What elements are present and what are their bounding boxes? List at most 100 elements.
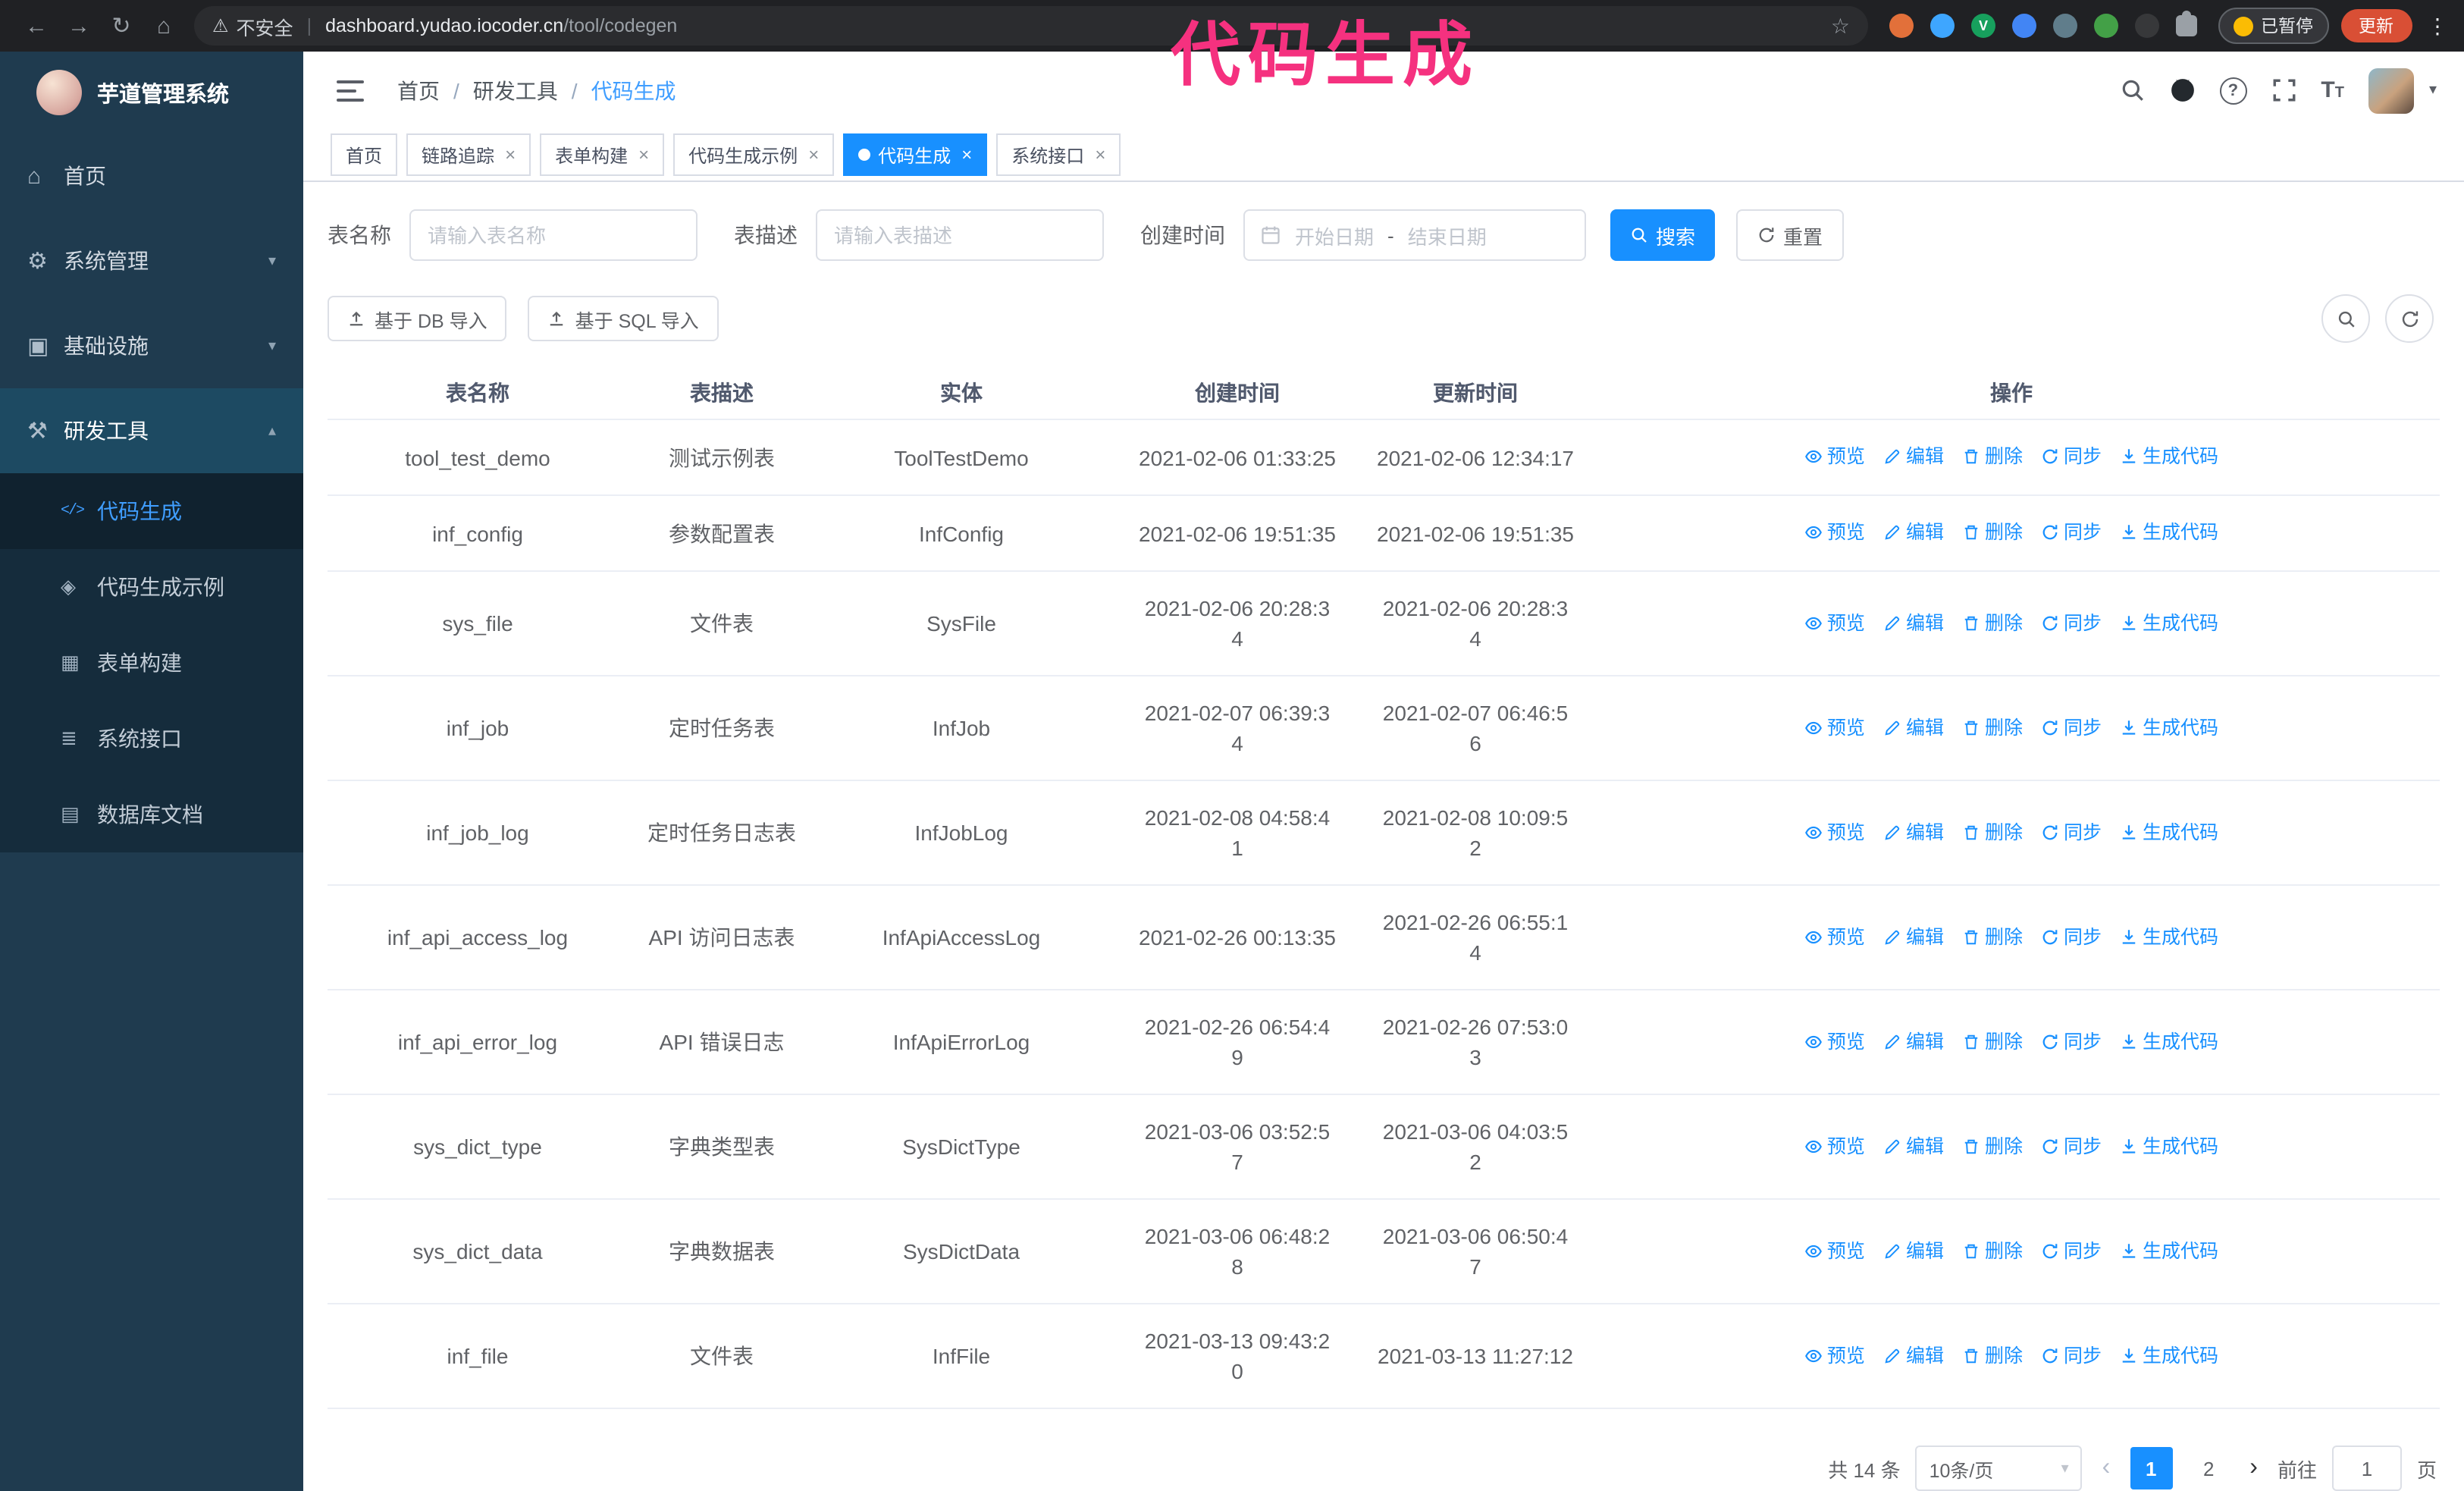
sidebar-item-system-api[interactable]: ≣ 系统接口 — [0, 701, 303, 777]
search-button[interactable]: 搜索 — [1610, 209, 1716, 261]
reload-button[interactable]: ↻ — [100, 12, 143, 39]
delete-link[interactable]: 删除 — [1962, 517, 2023, 548]
sync-link[interactable]: 同步 — [2041, 1235, 2102, 1266]
edit-link[interactable]: 编辑 — [1883, 607, 1944, 638]
extension-icon[interactable] — [2053, 14, 2077, 38]
page-size-select[interactable]: 10条/页 ▾ — [1915, 1445, 2083, 1491]
generate-code-link[interactable]: 生成代码 — [2120, 921, 2218, 952]
delete-link[interactable]: 删除 — [1962, 921, 2023, 952]
bookmark-star-icon[interactable]: ☆ — [1831, 13, 1850, 39]
close-icon[interactable]: × — [808, 146, 819, 164]
delete-link[interactable]: 删除 — [1962, 441, 2023, 472]
generate-code-link[interactable]: 生成代码 — [2120, 1026, 2218, 1056]
preview-link[interactable]: 预览 — [1804, 607, 1865, 638]
tab-tracing[interactable]: 链路追踪 × — [406, 133, 531, 177]
preview-link[interactable]: 预览 — [1804, 517, 1865, 548]
address-bar[interactable]: ⚠ 不安全 | dashboard.yudao.iocoder.cn/tool/… — [194, 6, 1868, 46]
breadcrumb-dev-tools[interactable]: 研发工具 — [473, 75, 558, 105]
preview-link[interactable]: 预览 — [1804, 1235, 1865, 1266]
sync-link[interactable]: 同步 — [2041, 817, 2102, 847]
sync-link[interactable]: 同步 — [2041, 712, 2102, 742]
generate-code-link[interactable]: 生成代码 — [2120, 817, 2218, 847]
edit-link[interactable]: 编辑 — [1883, 1131, 1944, 1161]
edit-link[interactable]: 编辑 — [1883, 712, 1944, 742]
close-icon[interactable]: × — [505, 146, 516, 164]
update-button[interactable]: 更新 — [2340, 9, 2412, 42]
close-icon[interactable]: × — [1095, 146, 1105, 164]
preview-link[interactable]: 预览 — [1804, 817, 1865, 847]
sync-link[interactable]: 同步 — [2041, 1026, 2102, 1056]
goto-page-input[interactable] — [2331, 1445, 2402, 1491]
delete-link[interactable]: 删除 — [1962, 1131, 2023, 1161]
home-button[interactable]: ⌂ — [143, 13, 185, 39]
extension-icon[interactable]: V — [1971, 14, 1995, 38]
sidebar-item-form-builder[interactable]: ▦ 表单构建 — [0, 625, 303, 701]
preview-link[interactable]: 预览 — [1804, 1131, 1865, 1161]
forward-button[interactable]: → — [58, 13, 100, 39]
sync-link[interactable]: 同步 — [2041, 441, 2102, 472]
back-button[interactable]: ← — [15, 13, 58, 39]
sidebar-item-home[interactable]: ⌂ 首页 — [0, 133, 303, 218]
generate-code-link[interactable]: 生成代码 — [2120, 607, 2218, 638]
tab-form-builder[interactable]: 表单构建 × — [540, 133, 665, 177]
delete-link[interactable]: 删除 — [1962, 817, 2023, 847]
github-icon[interactable] — [2169, 77, 2195, 103]
edit-link[interactable]: 编辑 — [1883, 517, 1944, 548]
sync-link[interactable]: 同步 — [2041, 1131, 2102, 1161]
preview-link[interactable]: 预览 — [1804, 1026, 1865, 1056]
sidebar-item-database-doc[interactable]: ▤ 数据库文档 — [0, 777, 303, 852]
sidebar-item-dev-tools[interactable]: ⚒ 研发工具 ▴ — [0, 388, 303, 473]
prev-page-button[interactable]: ‹ — [2098, 1455, 2115, 1482]
edit-link[interactable]: 编辑 — [1883, 1235, 1944, 1266]
date-range-picker[interactable]: 开始日期 - 结束日期 — [1243, 209, 1586, 261]
sidebar-item-codegen[interactable]: </> 代码生成 — [0, 473, 303, 549]
table-name-input[interactable] — [409, 209, 698, 261]
edit-link[interactable]: 编辑 — [1883, 441, 1944, 472]
tab-codegen[interactable]: 代码生成 × — [843, 133, 988, 177]
preview-link[interactable]: 预览 — [1804, 712, 1865, 742]
tab-system-api[interactable]: 系统接口 × — [996, 133, 1121, 177]
delete-link[interactable]: 删除 — [1962, 1340, 2023, 1370]
logo[interactable]: 芋道管理系统 — [0, 52, 303, 133]
page-button-1[interactable]: 1 — [2130, 1447, 2173, 1489]
preview-link[interactable]: 预览 — [1804, 1340, 1865, 1370]
extension-icon[interactable] — [2135, 14, 2159, 38]
fullscreen-icon[interactable] — [2271, 77, 2296, 103]
generate-code-link[interactable]: 生成代码 — [2120, 441, 2218, 472]
sidebar-item-codegen-example[interactable]: ◈ 代码生成示例 — [0, 549, 303, 625]
delete-link[interactable]: 删除 — [1962, 607, 2023, 638]
extensions-puzzle-icon[interactable] — [2176, 11, 2197, 36]
page-button-2[interactable]: 2 — [2187, 1447, 2230, 1489]
edit-link[interactable]: 编辑 — [1883, 817, 1944, 847]
tab-codegen-example[interactable]: 代码生成示例 × — [673, 133, 835, 177]
help-icon[interactable]: ? — [2219, 77, 2247, 105]
import-db-button[interactable]: 基于 DB 导入 — [328, 296, 507, 341]
extension-icon[interactable] — [1889, 14, 1914, 38]
user-avatar[interactable] — [2368, 67, 2414, 114]
sync-link[interactable]: 同步 — [2041, 517, 2102, 548]
generate-code-link[interactable]: 生成代码 — [2120, 1131, 2218, 1161]
search-icon[interactable] — [2119, 77, 2145, 103]
delete-link[interactable]: 删除 — [1962, 1026, 2023, 1056]
import-sql-button[interactable]: 基于 SQL 导入 — [528, 296, 719, 341]
table-desc-input[interactable] — [816, 209, 1104, 261]
edit-link[interactable]: 编辑 — [1883, 1026, 1944, 1056]
next-page-button[interactable]: › — [2245, 1455, 2262, 1482]
delete-link[interactable]: 删除 — [1962, 712, 2023, 742]
close-icon[interactable]: × — [638, 146, 649, 164]
sync-link[interactable]: 同步 — [2041, 1340, 2102, 1370]
extension-icon[interactable] — [1930, 14, 1955, 38]
edit-link[interactable]: 编辑 — [1883, 1340, 1944, 1370]
sidebar-item-infrastructure[interactable]: ▣ 基础设施 ▾ — [0, 303, 303, 388]
sync-link[interactable]: 同步 — [2041, 607, 2102, 638]
reset-button[interactable]: 重置 — [1736, 209, 1845, 261]
refresh-table-button[interactable] — [2385, 294, 2434, 343]
preview-link[interactable]: 预览 — [1804, 441, 1865, 472]
sidebar-item-system-mgmt[interactable]: ⚙ 系统管理 ▾ — [0, 218, 303, 303]
avatar-caret-down-icon[interactable]: ▾ — [2429, 82, 2437, 99]
sync-link[interactable]: 同步 — [2041, 921, 2102, 952]
generate-code-link[interactable]: 生成代码 — [2120, 1235, 2218, 1266]
preview-link[interactable]: 预览 — [1804, 921, 1865, 952]
delete-link[interactable]: 删除 — [1962, 1235, 2023, 1266]
font-size-icon[interactable]: TT — [2321, 79, 2344, 102]
